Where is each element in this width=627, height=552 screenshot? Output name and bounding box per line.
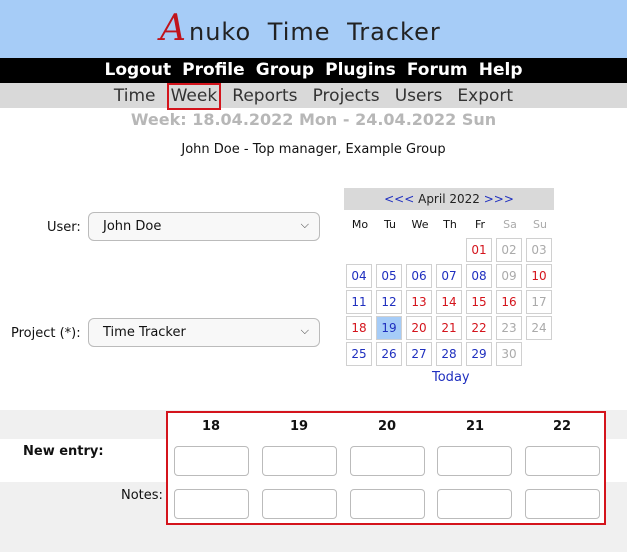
user-select[interactable]: John Doe ⌵ [88, 212, 320, 241]
calendar-day[interactable]: 27 [406, 342, 432, 366]
user-info: John Doe - Top manager, Example Group [181, 142, 446, 157]
notes-input-day-20[interactable] [350, 489, 425, 519]
calendar: <<< April 2022 >>> Mo Tu We Th Fr Sa Su 01 02 03 0… [344, 188, 554, 366]
calendar-day[interactable]: 12 [376, 290, 402, 314]
nav-forum[interactable]: Forum [407, 58, 468, 83]
calendar-day[interactable]: 08 [466, 264, 492, 288]
day-column-header: 20 [377, 419, 397, 434]
sub-navigation: Time Week Reports Projects Users Export [0, 83, 627, 110]
calendar-day[interactable]: 21 [436, 316, 462, 340]
calendar-day[interactable]: 10 [526, 264, 552, 288]
day-column-header: 22 [552, 419, 572, 434]
calendar-day[interactable]: 20 [406, 316, 432, 340]
entry-input-day-20[interactable] [350, 446, 425, 476]
calendar-weekday: Th [443, 218, 457, 231]
calendar-day[interactable]: 19 [376, 316, 402, 340]
calendar-day[interactable]: 05 [376, 264, 402, 288]
calendar-weekday: Su [533, 218, 547, 231]
calendar-day[interactable]: 15 [466, 290, 492, 314]
calendar-day[interactable]: 22 [466, 316, 492, 340]
day-column-header: 18 [201, 419, 221, 434]
calendar-day[interactable]: 23 [496, 316, 522, 340]
app-logo: Anuko Time Tracker [160, 8, 441, 49]
calendar-weekday: Tu [383, 218, 397, 231]
calendar-day[interactable]: 26 [376, 342, 402, 366]
nav-plugins[interactable]: Plugins [325, 58, 396, 83]
notes-label: Notes: [121, 488, 163, 503]
entry-input-day-19[interactable] [262, 446, 337, 476]
calendar-day[interactable]: 06 [406, 264, 432, 288]
tab-time[interactable]: Time [110, 83, 160, 110]
user-select-value: John Doe [103, 219, 162, 234]
chevron-down-icon: ⌵ [300, 324, 309, 337]
today-link[interactable]: Today [432, 370, 470, 385]
new-entry-label: New entry: [23, 444, 104, 459]
header-banner: Anuko Time Tracker [0, 0, 627, 58]
calendar-day[interactable]: 13 [406, 290, 432, 314]
chevron-down-icon: ⌵ [300, 218, 309, 231]
notes-input-day-22[interactable] [525, 489, 600, 519]
user-label: User: [47, 220, 81, 235]
calendar-prev-button[interactable]: <<< [384, 192, 414, 206]
nav-group[interactable]: Group [256, 58, 314, 83]
project-select[interactable]: Time Tracker ⌵ [88, 318, 320, 347]
entry-input-day-22[interactable] [525, 446, 600, 476]
calendar-header: <<< April 2022 >>> [344, 188, 554, 210]
tab-reports[interactable]: Reports [228, 83, 301, 110]
project-label: Project (*): [11, 326, 81, 341]
calendar-day[interactable]: 14 [436, 290, 462, 314]
calendar-day[interactable]: 01 [466, 238, 492, 262]
top-navigation: Logout Profile Group Plugins Forum Help [0, 58, 627, 83]
notes-input-day-19[interactable] [262, 489, 337, 519]
calendar-day[interactable]: 17 [526, 290, 552, 314]
tab-export[interactable]: Export [453, 83, 517, 110]
nav-profile[interactable]: Profile [182, 58, 244, 83]
calendar-day[interactable]: 02 [496, 238, 522, 262]
calendar-month: April 2022 [418, 192, 480, 206]
calendar-day[interactable]: 04 [346, 264, 372, 288]
calendar-day[interactable]: 11 [346, 290, 372, 314]
calendar-day[interactable]: 29 [466, 342, 492, 366]
page-title: Week: 18.04.2022 Mon - 24.04.2022 Sun [130, 110, 497, 129]
tab-projects[interactable]: Projects [309, 83, 384, 110]
calendar-day[interactable]: 25 [346, 342, 372, 366]
calendar-day[interactable]: 18 [346, 316, 372, 340]
nav-help[interactable]: Help [479, 58, 523, 83]
notes-input-day-21[interactable] [437, 489, 512, 519]
calendar-day[interactable]: 16 [496, 290, 522, 314]
calendar-day[interactable]: 09 [496, 264, 522, 288]
tab-week[interactable]: Week [166, 83, 222, 110]
nav-logout[interactable]: Logout [104, 58, 171, 83]
calendar-day[interactable]: 03 [526, 238, 552, 262]
tab-users[interactable]: Users [391, 83, 447, 110]
entry-input-day-21[interactable] [437, 446, 512, 476]
entry-input-day-18[interactable] [174, 446, 249, 476]
project-select-value: Time Tracker [103, 325, 186, 340]
calendar-weekday: Fr [474, 218, 486, 231]
calendar-weekday: We [411, 218, 429, 231]
calendar-day[interactable]: 24 [526, 316, 552, 340]
calendar-day[interactable]: 07 [436, 264, 462, 288]
day-column-header: 21 [465, 419, 485, 434]
day-column-header: 19 [289, 419, 309, 434]
calendar-weekday: Mo [351, 218, 369, 231]
notes-input-day-18[interactable] [174, 489, 249, 519]
calendar-next-button[interactable]: >>> [484, 192, 514, 206]
calendar-weekday: Sa [503, 218, 517, 231]
calendar-day[interactable]: 28 [436, 342, 462, 366]
calendar-day[interactable]: 30 [496, 342, 522, 366]
